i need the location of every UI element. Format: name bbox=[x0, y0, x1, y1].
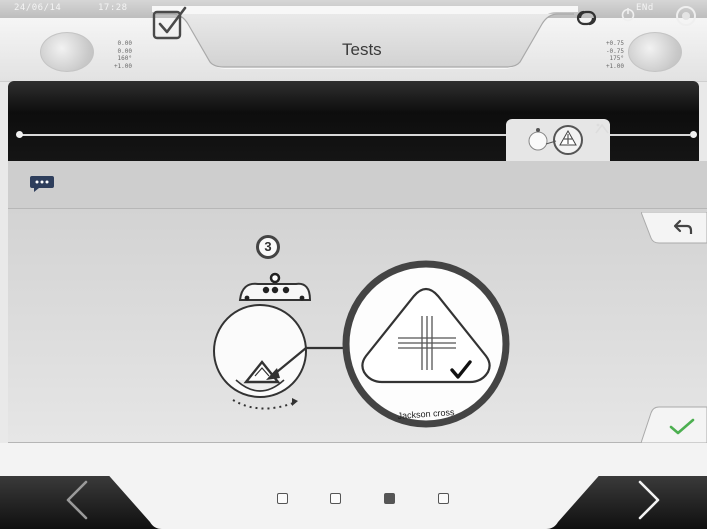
right-cylinder: -0.75 bbox=[605, 47, 624, 55]
power-icon[interactable] bbox=[620, 6, 636, 22]
header-bar: 24/06/14 17:28 ENd 0.00 0.00 160° +1.00 … bbox=[0, 0, 707, 82]
timeline-start-dot[interactable] bbox=[16, 131, 23, 138]
left-eye-measurements: 0.00 0.00 160° +1.00 bbox=[102, 40, 132, 70]
link-icon[interactable] bbox=[574, 6, 600, 30]
page-dot-1[interactable] bbox=[277, 493, 288, 504]
app-root: 24/06/14 17:28 ENd 0.00 0.00 160° +1.00 … bbox=[0, 0, 707, 529]
right-add: +1.00 bbox=[605, 62, 624, 70]
phoropter-illustration bbox=[213, 260, 510, 428]
end-text: ENd bbox=[636, 3, 654, 13]
settings-icon[interactable] bbox=[674, 4, 698, 28]
date-text: 24/06/14 bbox=[14, 3, 62, 13]
left-cylinder: 0.00 bbox=[117, 47, 132, 55]
left-eye-icon[interactable] bbox=[40, 32, 94, 72]
right-eye-measurements: +0.75 -0.75 175° +1.00 bbox=[594, 40, 624, 70]
confirm-button[interactable] bbox=[641, 405, 707, 443]
chevron-right-icon[interactable] bbox=[634, 478, 664, 522]
chevron-left-icon[interactable] bbox=[62, 478, 92, 522]
test-timeline bbox=[8, 81, 699, 161]
left-add: +1.00 bbox=[113, 62, 132, 70]
page-dot-3[interactable] bbox=[384, 493, 395, 504]
left-axis: 160° bbox=[117, 55, 132, 62]
expand-icon[interactable] bbox=[592, 121, 612, 137]
message-row bbox=[8, 161, 707, 209]
page-dot-4[interactable] bbox=[438, 493, 449, 504]
left-sphere: 0.00 bbox=[117, 40, 132, 47]
right-eye-icon[interactable] bbox=[628, 32, 682, 72]
page-dot-2[interactable] bbox=[330, 493, 341, 504]
checkbox-icon bbox=[152, 6, 187, 40]
time-text: 17:28 bbox=[98, 3, 128, 13]
right-axis: 175° bbox=[609, 55, 624, 62]
back-button[interactable] bbox=[641, 212, 707, 246]
footer-pagination-bridge bbox=[104, 470, 604, 529]
right-sphere: +0.75 bbox=[605, 40, 624, 47]
chat-icon[interactable] bbox=[28, 174, 56, 194]
timeline-end-dot[interactable] bbox=[690, 131, 697, 138]
title-tab: Tests bbox=[152, 6, 578, 70]
page-title: Tests bbox=[342, 40, 382, 59]
